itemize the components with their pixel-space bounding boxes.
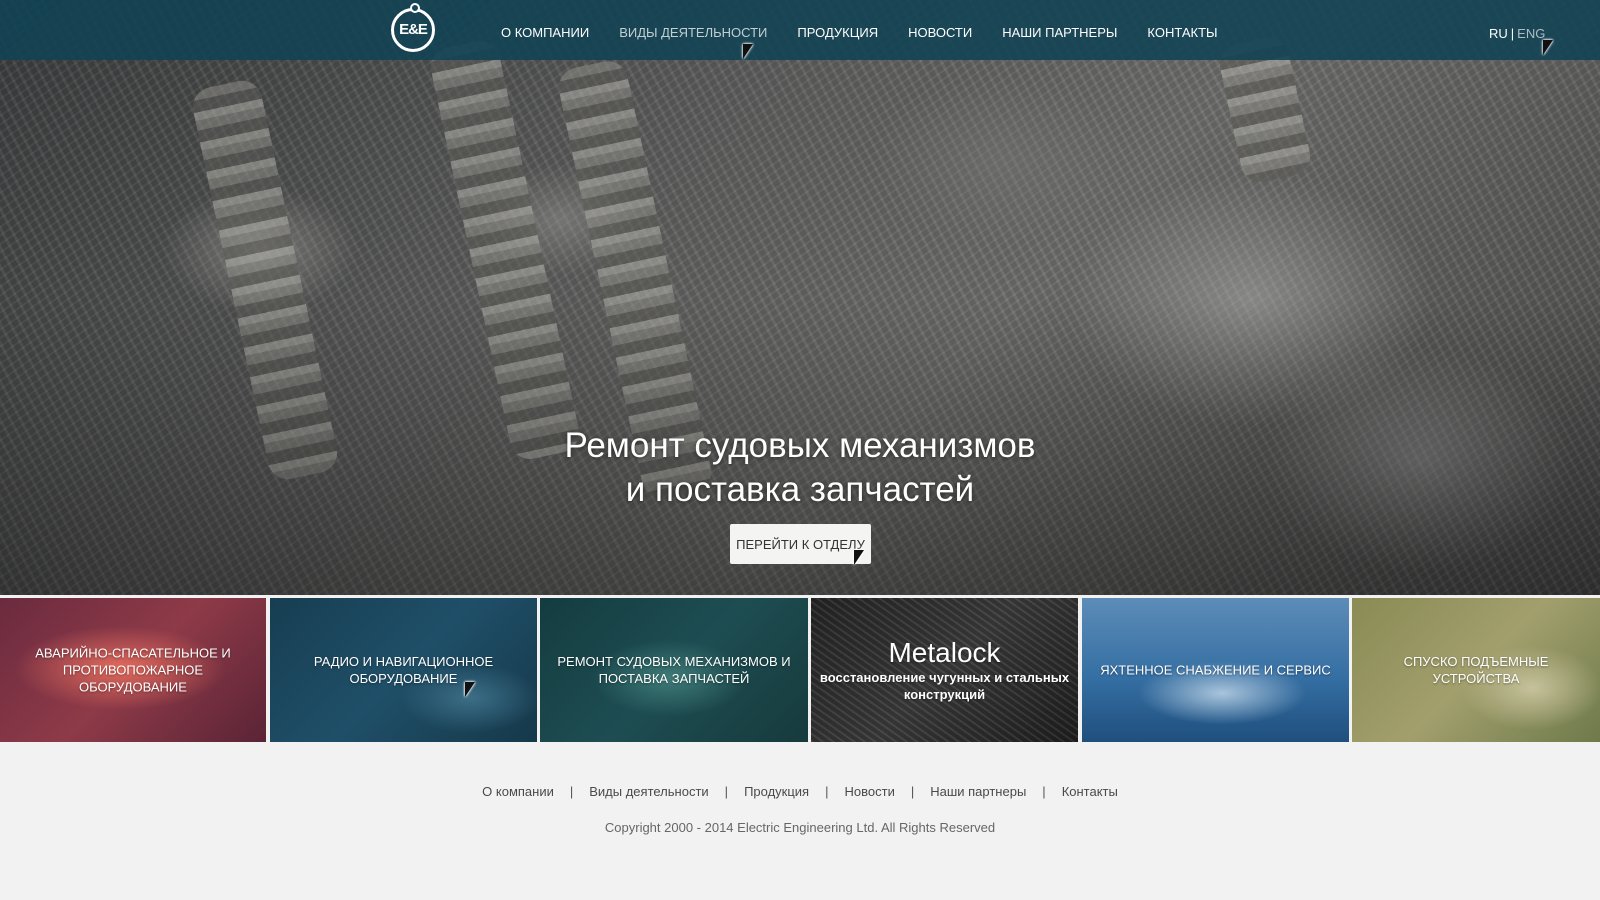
footer-link-news[interactable]: Новости bbox=[845, 784, 895, 799]
tile-ship-repair[interactable]: РЕМОНТ СУДОВЫХ МЕХАНИЗМОВ И ПОСТАВКА ЗАП… bbox=[540, 598, 808, 742]
nav-item-news[interactable]: НОВОСТИ bbox=[908, 24, 972, 42]
hero-title-line: и поставка запчастей bbox=[625, 470, 975, 509]
tile-label: Metalock восстановление чугунных и сталь… bbox=[811, 637, 1078, 703]
nav-item-activities[interactable]: ВИДЫ ДЕЯТЕЛЬНОСТИ bbox=[619, 24, 767, 42]
mouse-cursor-icon bbox=[1543, 40, 1553, 55]
metalock-subtitle: восстановление чугунных и стальных конст… bbox=[819, 670, 1070, 702]
hero-banner: Ремонт судовых механизмов и поставка зап… bbox=[0, 0, 1600, 595]
hero-title: Ремонт судовых механизмов и поставка зап… bbox=[500, 424, 1100, 512]
company-logo[interactable]: E&E bbox=[391, 3, 435, 52]
footer-separator: | bbox=[1042, 784, 1046, 799]
tile-radio-navigation[interactable]: РАДИО И НАВИГАЦИОННОЕ ОБОРУДОВАНИЕ bbox=[270, 598, 537, 742]
hero-title-line: Ремонт судовых механизмов bbox=[564, 426, 1036, 465]
footer-link-contacts[interactable]: Контакты bbox=[1062, 784, 1118, 799]
go-to-department-button[interactable]: ПЕРЕЙТИ К ОТДЕЛУ bbox=[730, 524, 871, 564]
language-switcher: RU | ENG bbox=[1489, 26, 1545, 41]
tile-label: РАДИО И НАВИГАЦИОННОЕ ОБОРУДОВАНИЕ bbox=[313, 654, 494, 686]
mouse-cursor-icon bbox=[854, 550, 864, 565]
footer-nav: О компании | Виды деятельности | Продукц… bbox=[0, 784, 1600, 799]
nav-item-partners[interactable]: НАШИ ПАРТНЕРЫ bbox=[1002, 24, 1117, 42]
tile-metalock[interactable]: Metalock восстановление чугунных и сталь… bbox=[811, 598, 1078, 742]
tile-label: РЕМОНТ СУДОВЫХ МЕХАНИЗМОВ И ПОСТАВКА ЗАП… bbox=[557, 654, 791, 686]
logo-text: E&E bbox=[399, 21, 428, 38]
nav-item-about[interactable]: О КОМПАНИИ bbox=[501, 24, 589, 42]
footer-separator: | bbox=[724, 784, 729, 799]
footer-link-about[interactable]: О компании bbox=[482, 784, 554, 799]
mouse-cursor-icon bbox=[743, 44, 753, 59]
tile-label: ЯХТЕННОЕ СНАБЖЕНИЕ И СЕРВИС bbox=[1100, 662, 1331, 678]
tile-label: СПУСКО ПОДЪЕМНЫЕ УСТРОЙСТВА bbox=[1403, 654, 1549, 686]
lang-ru[interactable]: RU bbox=[1489, 26, 1508, 41]
footer-link-partners[interactable]: Наши партнеры bbox=[930, 784, 1026, 799]
tile-rescue-equipment[interactable]: АВАРИЙНО-СПАСАТЕЛЬНОЕ И ПРОТИВОПОЖАРНОЕ … bbox=[0, 598, 266, 742]
department-tiles: АВАРИЙНО-СПАСАТЕЛЬНОЕ И ПРОТИВОПОЖАРНОЕ … bbox=[0, 598, 1600, 742]
main-nav: О КОМПАНИИ ВИДЫ ДЕЯТЕЛЬНОСТИ ПРОДУКЦИЯ Н… bbox=[501, 24, 1248, 42]
footer-link-products[interactable]: Продукция bbox=[744, 784, 809, 799]
tile-label: АВАРИЙНО-СПАСАТЕЛЬНОЕ И ПРОТИВОПОЖАРНОЕ … bbox=[35, 645, 231, 695]
copyright-text: Copyright 2000 - 2014 Electric Engineeri… bbox=[604, 820, 996, 835]
top-navigation-bar: E&E О КОМПАНИИ ВИДЫ ДЕЯТЕЛЬНОСТИ ПРОДУКЦ… bbox=[0, 0, 1600, 60]
nav-item-contacts[interactable]: КОНТАКТЫ bbox=[1147, 24, 1217, 42]
lang-separator: | bbox=[1510, 26, 1515, 41]
lang-eng[interactable]: ENG bbox=[1517, 26, 1545, 41]
footer-separator: | bbox=[910, 784, 915, 799]
footer-separator: | bbox=[569, 784, 574, 799]
metalock-title: Metalock bbox=[888, 637, 1001, 668]
mouse-cursor-icon bbox=[465, 682, 475, 697]
logo-ring-icon bbox=[410, 3, 420, 13]
footer-separator: | bbox=[825, 784, 829, 799]
nav-item-products[interactable]: ПРОДУКЦИЯ bbox=[797, 24, 878, 42]
tile-lifting-devices[interactable]: СПУСКО ПОДЪЕМНЫЕ УСТРОЙСТВА bbox=[1352, 598, 1600, 742]
footer-link-activities[interactable]: Виды деятельности bbox=[589, 784, 708, 799]
tile-yacht-supply[interactable]: ЯХТЕННОЕ СНАБЖЕНИЕ И СЕРВИС bbox=[1082, 598, 1349, 742]
